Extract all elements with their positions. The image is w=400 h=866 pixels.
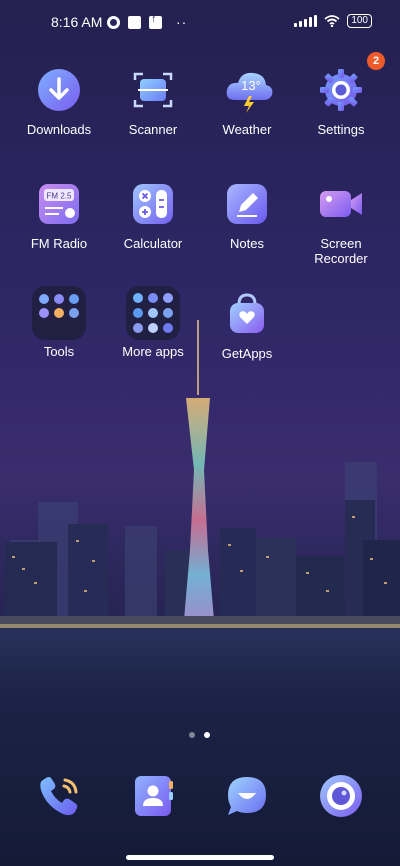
- camera-icon: [320, 775, 362, 817]
- weather-icon: 13°: [223, 66, 273, 114]
- app-label: Weather: [222, 122, 272, 137]
- page-indicator: [189, 732, 210, 738]
- app-label: Tools: [43, 344, 75, 359]
- app-scanner[interactable]: Scanner: [107, 66, 199, 137]
- dock-messages[interactable]: [223, 772, 271, 820]
- app-label: GetApps: [221, 346, 273, 361]
- svg-text:FM 2.5: FM 2.5: [47, 192, 72, 201]
- data-saver-icon: [107, 15, 120, 29]
- signal-icon: [294, 15, 318, 27]
- settings-icon: 2: [317, 52, 385, 114]
- app-label: Settings: [317, 122, 365, 137]
- calculator-icon: [129, 180, 177, 228]
- battery-indicator: 100: [347, 14, 372, 28]
- upload-icon: [149, 13, 162, 29]
- app-label: More apps: [122, 344, 184, 359]
- app-weather[interactable]: 13° Weather: [201, 66, 293, 137]
- app-screen-recorder[interactable]: Screen Recorder: [295, 180, 387, 266]
- status-time: 8:16 AM: [51, 14, 103, 30]
- app-settings[interactable]: 2 Settings: [295, 52, 387, 137]
- wallpaper-water: [0, 628, 400, 866]
- messages-icon: [228, 777, 266, 815]
- scanner-icon: [129, 66, 177, 114]
- screen-recorder-icon: [317, 180, 365, 228]
- stop-icon: [128, 15, 141, 29]
- contacts-icon: [135, 776, 173, 816]
- status-system-icons: 100: [294, 14, 372, 28]
- page-dot: [189, 732, 195, 738]
- wifi-icon: [324, 15, 340, 27]
- app-label: Scanner: [128, 122, 178, 137]
- more-apps-folder-icon: [126, 286, 180, 340]
- dock-contacts[interactable]: [129, 772, 177, 820]
- home-indicator-bar[interactable]: [126, 855, 274, 860]
- app-fm-radio[interactable]: FM 2.5 FM Radio: [13, 180, 105, 251]
- status-bar: 8:16 AM ·· 100: [0, 0, 400, 44]
- downloads-icon: [35, 66, 83, 114]
- phone-icon: [40, 777, 78, 816]
- app-label: Notes: [230, 236, 264, 251]
- fm-radio-icon: FM 2.5: [35, 180, 83, 228]
- app-notes[interactable]: Notes: [201, 180, 293, 251]
- notes-icon: [223, 180, 271, 228]
- app-downloads[interactable]: Downloads: [13, 66, 105, 137]
- folder-more-apps[interactable]: More apps: [107, 286, 199, 359]
- getapps-icon: [223, 290, 271, 338]
- app-calculator[interactable]: Calculator: [107, 180, 199, 251]
- tools-folder-icon: [32, 286, 86, 340]
- app-label: Downloads: [26, 122, 92, 137]
- dock-camera[interactable]: [317, 772, 365, 820]
- more-notifications-icon: ··: [176, 14, 188, 30]
- folder-tools[interactable]: Tools: [13, 286, 105, 359]
- svg-text:13°: 13°: [241, 78, 261, 93]
- notification-badge: 2: [367, 52, 385, 70]
- app-getapps[interactable]: GetApps: [201, 290, 293, 361]
- app-label: Calculator: [123, 236, 183, 251]
- dock-phone[interactable]: [35, 772, 83, 820]
- status-notification-icons: ··: [107, 13, 188, 30]
- page-dot-active: [204, 732, 210, 738]
- app-label: FM Radio: [30, 236, 88, 251]
- app-label: Screen Recorder: [314, 236, 368, 266]
